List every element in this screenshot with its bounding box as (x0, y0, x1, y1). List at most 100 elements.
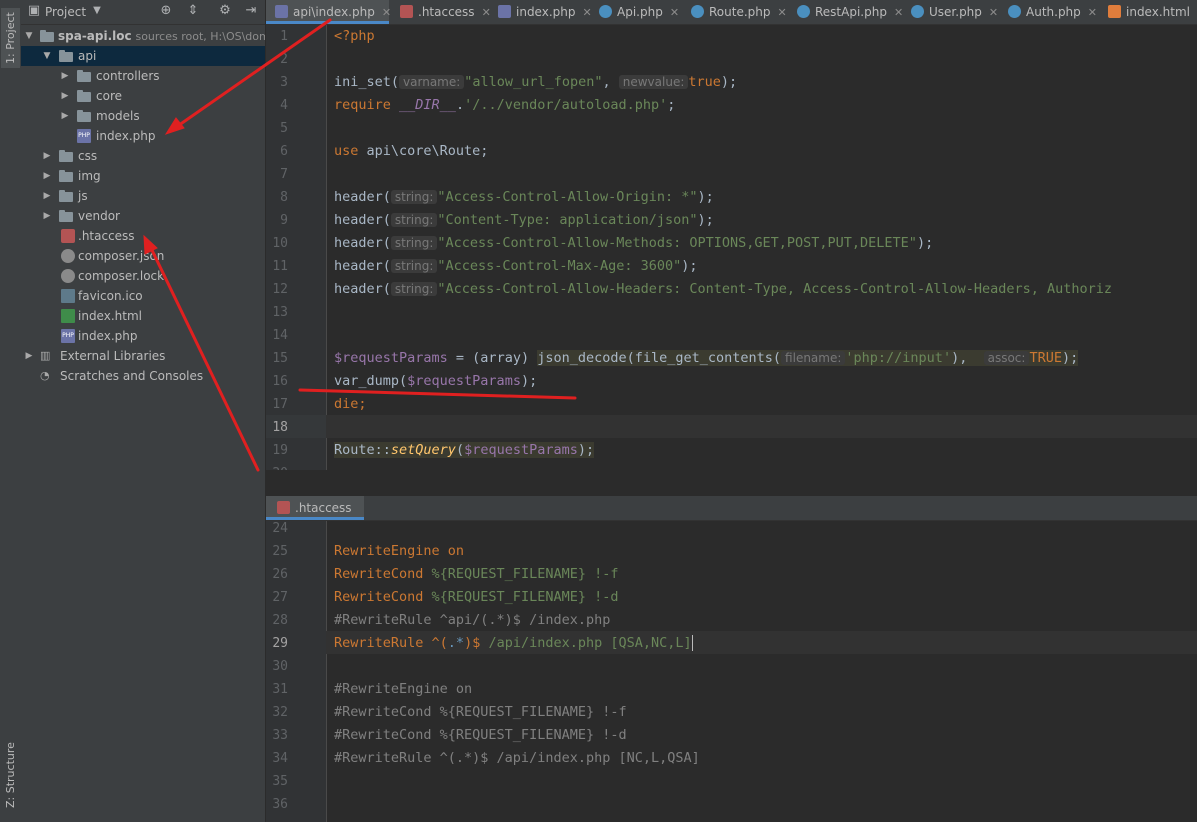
gear-icon[interactable]: ⚙ (217, 3, 233, 19)
line-number: 4 (280, 98, 288, 113)
code-line: header(string: "Content-Type: application… (334, 209, 714, 232)
tab-label: Route.php (709, 5, 771, 19)
code-token: ); (697, 212, 714, 228)
collapsed-arrow-icon[interactable]: ▶ (41, 146, 53, 166)
project-tool-tab[interactable]: 1: Project (1, 8, 20, 68)
code-line: #RewriteEngine on (334, 678, 472, 701)
collapsed-arrow-icon[interactable]: ▶ (59, 106, 71, 126)
code-line: header(string: "Access-Control-Allow-Orig… (334, 186, 714, 209)
tree-root-label: spa-api.loc (58, 29, 132, 43)
tree-item-api-index-php[interactable]: PHP index.php (21, 126, 265, 146)
tree-item-css[interactable]: ▶ css (21, 146, 265, 166)
code-token: require (334, 97, 400, 113)
library-icon: ▥ (40, 349, 51, 362)
expanded-arrow-icon[interactable]: ▼ (41, 46, 53, 66)
collapse-all-icon[interactable]: ⇕ (185, 3, 201, 19)
close-icon[interactable]: ✕ (989, 6, 998, 19)
folder-icon (77, 110, 91, 122)
tree-item-models[interactable]: ▶ models (21, 106, 265, 126)
tab-api-php[interactable]: Api.php ✕ (599, 0, 679, 24)
tree-item-composer-json[interactable]: composer.json (21, 246, 265, 266)
tree-item-htaccess[interactable]: .htaccess (21, 226, 265, 246)
tab-restapi-php[interactable]: RestApi.php ✕ (797, 0, 903, 24)
code-token: header( (334, 281, 391, 297)
code-token: "Access-Control-Max-Age: 3600" (437, 258, 682, 274)
tree-root-spa-api[interactable]: ▼ spa-api.loc sources root, H:\OS\doma (21, 26, 265, 46)
code-token: ( (455, 442, 465, 458)
line-number: 3 (280, 75, 288, 90)
folder-icon (59, 50, 73, 62)
code-line: var_dump($requestParams); (334, 370, 537, 393)
close-icon[interactable]: ✕ (894, 6, 903, 19)
editor-tab-bar: api\index.php ✕ .htaccess ✕ index.php ✕ Api… (266, 0, 1197, 25)
chevron-down-icon[interactable]: ▼ (89, 3, 105, 19)
tab-auth-php[interactable]: Auth.php ✕ (1008, 0, 1097, 24)
tree-item-composer-lock[interactable]: composer.lock (21, 266, 265, 286)
line-number: 7 (280, 167, 288, 182)
tree-item-controllers[interactable]: ▶ controllers (21, 66, 265, 86)
folder-icon (59, 150, 73, 162)
code-token: header( (334, 235, 391, 251)
tree-item-favicon[interactable]: favicon.ico (21, 286, 265, 306)
collapsed-arrow-icon[interactable]: ▶ (23, 346, 35, 366)
project-panel: ▣ Project ▼ ⊕ ⇕ ⚙ ⇥ ▼ spa-api.loc source… (21, 0, 266, 822)
close-icon[interactable]: ✕ (482, 6, 491, 19)
tab-user-php[interactable]: User.php ✕ (911, 0, 998, 24)
collapsed-arrow-icon[interactable]: ▶ (41, 186, 53, 206)
tree-item-vendor[interactable]: ▶ vendor (21, 206, 265, 226)
collapsed-arrow-icon[interactable]: ▶ (59, 86, 71, 106)
code-token: /api/index.php [QSA,NC,L] (480, 635, 692, 651)
close-icon[interactable]: ✕ (582, 6, 591, 19)
editor-splitter[interactable] (266, 470, 1197, 497)
code-token: die; (334, 396, 367, 412)
collapsed-arrow-icon[interactable]: ▶ (59, 66, 71, 86)
locate-icon[interactable]: ⊕ (158, 3, 174, 19)
line-number: 36 (272, 797, 288, 812)
tab-route-php[interactable]: Route.php ✕ (691, 0, 787, 24)
tab-api-index-php[interactable]: api\index.php ✕ (266, 0, 391, 24)
collapsed-arrow-icon[interactable]: ▶ (41, 166, 53, 186)
code-line: RewriteEngine on (334, 540, 464, 563)
code-token: '/../vendor/autoload.php' (464, 97, 668, 113)
code-line: #RewriteCond %{REQUEST_FILENAME} !-f (334, 701, 627, 724)
line-number: 15 (272, 351, 288, 366)
tree-item-js[interactable]: ▶ js (21, 186, 265, 206)
tree-item-label: models (96, 109, 140, 123)
tab-htaccess[interactable]: .htaccess ✕ (400, 0, 491, 24)
tab-label: index.php (516, 5, 576, 19)
code-line: RewriteCond %{REQUEST_FILENAME} !-d (334, 586, 618, 609)
code-token: . (455, 97, 465, 113)
expanded-arrow-icon[interactable]: ▼ (23, 26, 35, 46)
tab-index-html[interactable]: index.html✕ (1108, 0, 1197, 24)
tree-item-index-php[interactable]: PHP index.php (21, 326, 265, 346)
code-line: #RewriteCond %{REQUEST_FILENAME} !-d (334, 724, 627, 747)
close-icon[interactable]: ✕ (778, 6, 787, 19)
tab-index-php[interactable]: index.php ✕ (498, 0, 592, 24)
param-hint: varname: (399, 75, 465, 89)
tree-item-external-libraries[interactable]: ▶ ▥ External Libraries (21, 346, 265, 366)
line-number: 28 (272, 613, 288, 628)
tree-item-scratches[interactable]: ◔ Scratches and Consoles (21, 366, 265, 386)
tab-label: User.php (929, 5, 982, 19)
code-token: header( (334, 189, 391, 205)
folder-icon (77, 70, 91, 82)
tree-item-core[interactable]: ▶ core (21, 86, 265, 106)
close-icon[interactable]: ✕ (670, 6, 679, 19)
tree-item-label: img (78, 169, 101, 183)
project-tool-tab-label: 1: Project (4, 12, 17, 64)
tree-item-index-html[interactable]: index.html (21, 306, 265, 326)
collapsed-arrow-icon[interactable]: ▶ (41, 206, 53, 226)
project-panel-title[interactable]: Project (45, 5, 86, 19)
structure-tool-tab[interactable]: Z: Structure (1, 740, 20, 810)
code-token: $requestParams (464, 442, 578, 458)
close-icon[interactable]: ✕ (1088, 6, 1097, 19)
close-icon[interactable]: ✕ (382, 6, 391, 19)
htaccess-file-icon (277, 501, 290, 514)
hide-panel-icon[interactable]: ⇥ (243, 3, 259, 19)
tree-item-api[interactable]: ▼ api (21, 46, 265, 66)
tree-item-img[interactable]: ▶ img (21, 166, 265, 186)
html-file-icon (61, 309, 75, 323)
tab-label: RestApi.php (815, 5, 887, 19)
line-number: 31 (272, 682, 288, 697)
code-token: #RewriteRule ^api/(.*)$ /index.php (334, 612, 611, 628)
